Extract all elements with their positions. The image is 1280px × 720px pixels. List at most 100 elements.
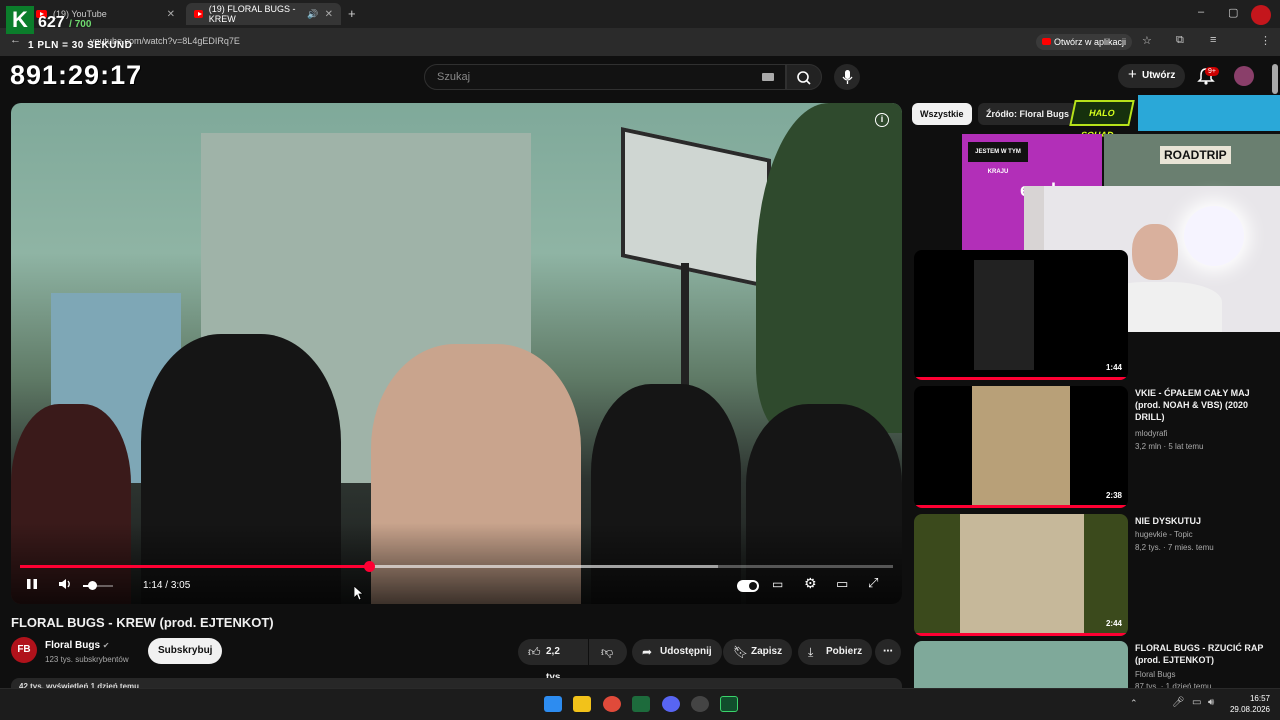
related-video-title[interactable]: FLORAL BUGS - RZUCIĆ RAP (prod. EJTENKOT…	[1135, 642, 1275, 666]
keyboard-icon[interactable]	[762, 73, 774, 81]
bookmark-star-icon[interactable]: ☆	[1142, 34, 1152, 47]
share-label: Udostępnij	[660, 646, 712, 657]
volume-knob[interactable]	[88, 581, 97, 590]
search-input[interactable]: Szukaj	[424, 64, 786, 90]
like-button[interactable]: 👍︎ 2,2 tys.	[518, 639, 588, 683]
pause-button[interactable]	[25, 577, 39, 594]
share-button[interactable]: ➦ Udostępnij	[632, 639, 722, 665]
watched-progress	[914, 377, 1128, 380]
thumbnail-figure	[960, 514, 1084, 636]
roadtrip-text: ROADTRIP	[1160, 146, 1231, 164]
search-icon	[797, 71, 811, 85]
voice-search-button[interactable]	[834, 64, 860, 90]
fullscreen-button[interactable]: ⤢	[868, 575, 878, 591]
related-video-thumbnail[interactable]: 2:44	[914, 514, 1128, 636]
overlay-logo: K	[6, 6, 34, 34]
mouse-cursor-icon	[354, 586, 364, 600]
new-tab-icon[interactable]: +	[348, 6, 356, 21]
time-separator: /	[162, 580, 171, 591]
related-video-thumbnail[interactable]: 2:38	[914, 386, 1128, 508]
save-label: Zapisz	[751, 646, 783, 657]
channel-name[interactable]: Floral Bugs ✔	[45, 640, 110, 651]
theater-mode-button[interactable]: ▭	[836, 576, 848, 592]
thumbs-up-icon: 👍︎	[528, 645, 541, 659]
settings-button[interactable]: ⚙	[804, 575, 817, 592]
related-video-thumbnail[interactable]: 1:44	[914, 250, 1128, 380]
related-video-title[interactable]: VKIE - ĆPAŁEM CAŁY MAJ (prod. NOAH & VBS…	[1135, 387, 1275, 423]
overlay-rate: 1 PLN = 30 SEKUND	[28, 40, 133, 51]
obs-icon[interactable]	[691, 696, 709, 712]
open-in-app-button[interactable]: Otwórz w aplikacji	[1036, 34, 1133, 50]
related-video-channel[interactable]: Floral Bugs	[1135, 670, 1175, 679]
create-button[interactable]: Utwórz	[1118, 63, 1186, 88]
thumbnail-figure	[972, 386, 1070, 508]
menu-dots-icon[interactable]: ⋮	[1260, 34, 1271, 47]
bookmark-icon: 🔖︎	[733, 645, 749, 659]
maximize-icon[interactable]: ▢	[1228, 6, 1238, 19]
app-icon[interactable]	[720, 696, 738, 712]
windows-start-icon[interactable]	[544, 696, 562, 712]
subtitles-button[interactable]: ▭	[772, 577, 783, 591]
tray-network-icon[interactable]: ▭	[1192, 697, 1201, 708]
channel-avatar[interactable]: FB	[11, 637, 37, 663]
info-icon[interactable]: i	[875, 113, 889, 127]
video-player[interactable]: i 1:14 / 3:05 ▭ ⚙ ▭ ⤢	[11, 103, 902, 604]
page-scrollbar[interactable]	[1272, 64, 1278, 94]
watched-progress	[914, 505, 1128, 508]
mute-button[interactable]	[57, 577, 73, 594]
close-icon[interactable]: ✕	[325, 9, 333, 20]
related-video-channel[interactable]: mlodyrafi	[1135, 429, 1167, 438]
search-button[interactable]	[786, 64, 822, 90]
webcam-light	[1184, 206, 1244, 266]
tray-volume-icon[interactable]: 🔊︎	[1208, 697, 1214, 708]
related-video-meta: 3,2 mln · 5 lat temu	[1135, 442, 1204, 451]
tray-chevron-icon[interactable]: ⌃	[1130, 698, 1138, 709]
related-video-title[interactable]: NIE DYSKUTUJ	[1135, 515, 1275, 527]
youtube-favicon-icon	[194, 10, 203, 18]
related-video-thumbnail[interactable]	[914, 641, 1128, 688]
profile-avatar-browser[interactable]	[1251, 5, 1271, 25]
browser-tab-bar: (19) YouTube ✕ (19) FLORAL BUGS - KREW 🔊…	[0, 0, 1280, 28]
volume-slider[interactable]	[83, 581, 113, 590]
download-icon: ⤓	[808, 645, 814, 659]
more-actions-button[interactable]: ⋯	[875, 639, 901, 665]
video-duration: 2:44	[1105, 619, 1122, 628]
speaker-icon[interactable]: 🔊	[307, 9, 318, 20]
system-clock[interactable]: 16:57 29.08.2026	[1224, 693, 1270, 715]
autoplay-toggle[interactable]	[737, 580, 759, 592]
subscribe-button[interactable]: Subskrybuj	[148, 638, 223, 664]
share-icon: ➦	[642, 645, 653, 659]
duration: 3:05	[170, 580, 191, 591]
chip-all[interactable]: Wszystkie	[912, 103, 972, 125]
dislike-button[interactable]: 👎︎	[589, 639, 627, 665]
thumbs-down-icon: 👎︎	[601, 645, 614, 659]
related-video-meta: 8,2 tys. · 7 mies. temu	[1135, 543, 1214, 552]
tray-mic-icon[interactable]: 🎤︎	[1172, 697, 1185, 708]
chrome-icon[interactable]	[603, 696, 621, 712]
discord-icon[interactable]	[662, 696, 680, 712]
pause-icon	[27, 579, 37, 589]
minimize-icon[interactable]: –	[1198, 6, 1204, 18]
chip-from-channel[interactable]: Źródło: Floral Bugs	[978, 103, 1077, 125]
download-button[interactable]: ⤓ Pobierz	[798, 639, 873, 665]
close-icon[interactable]: ✕	[167, 9, 175, 20]
excel-icon[interactable]	[632, 696, 650, 712]
save-button[interactable]: 🔖︎ Zapisz	[723, 639, 793, 665]
time-display: 1:14 / 3:05	[143, 580, 190, 591]
clock-date: 29.08.2026	[1229, 705, 1270, 714]
related-video-channel[interactable]: hugevkie - Topic	[1135, 530, 1193, 539]
media-icon[interactable]: ≡	[1210, 34, 1216, 46]
subtitles-icon: ▭	[772, 577, 784, 591]
tab-video[interactable]: (19) FLORAL BUGS - KREW 🔊 ✕	[186, 3, 341, 25]
clock-time: 16:57	[1249, 694, 1270, 703]
sponsor-banner	[1138, 95, 1280, 131]
progress-bar[interactable]	[20, 561, 893, 572]
file-explorer-icon[interactable]	[573, 696, 591, 712]
overlay-goal-counter: 627 / 700	[38, 14, 91, 32]
current-time: 1:14	[143, 580, 163, 591]
extensions-icon[interactable]: ⧉	[1176, 34, 1184, 47]
account-avatar[interactable]	[1234, 66, 1254, 86]
halo-squad-logo: HALO SQUAD	[1069, 100, 1135, 140]
eneba-ad-banner: JESTEM W TYM KRAJU	[968, 142, 1028, 175]
back-icon[interactable]: ←	[10, 34, 21, 46]
